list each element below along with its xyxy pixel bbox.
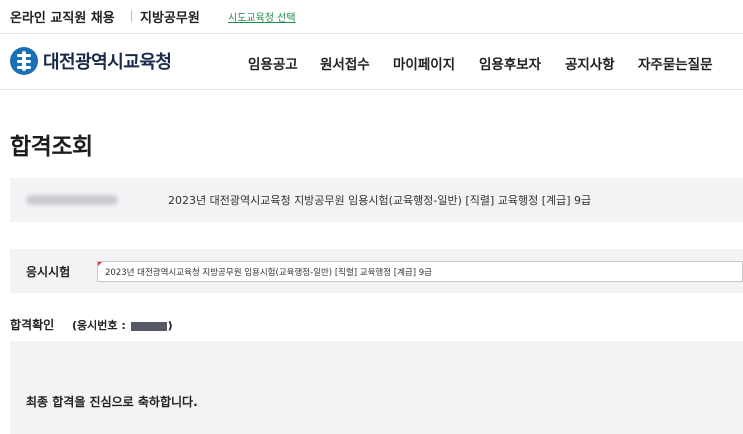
region-select-link[interactable]: 시도교육청 선택 bbox=[228, 9, 296, 24]
result-panel: 최종 합격을 진심으로 축하합니다. bbox=[10, 341, 743, 434]
site-logo[interactable]: 대전광역시교육청 bbox=[10, 45, 172, 77]
applicant-number: (응시번호 : ) bbox=[72, 317, 173, 333]
local-official-link[interactable]: 지방공무원 bbox=[140, 7, 200, 26]
nav-item-announcements[interactable]: 임용공고 bbox=[248, 53, 298, 73]
exam-select-label: 응시시험 bbox=[26, 265, 71, 279]
exam-select[interactable]: 2023년 대전광역시교육청 지방공무원 임용시험(교육행정-일반) [직렬] … bbox=[97, 261, 743, 282]
applicant-number-prefix: (응시번호 : bbox=[72, 319, 126, 332]
site-header: 대전광역시교육청 임용공고 원서접수 마이페이지 임용후보자 공지사항 자주묻는… bbox=[0, 34, 743, 89]
result-message: 최종 합격을 진심으로 축하합니다. bbox=[26, 395, 198, 409]
top-utility-bar: 온라인 교직원 채용 지방공무원 시도교육청 선택 bbox=[0, 0, 743, 33]
logo-text: 대전광역시교육청 bbox=[43, 52, 172, 73]
nav-item-application[interactable]: 원서접수 bbox=[320, 53, 370, 73]
online-recruit-link[interactable]: 온라인 교직원 채용 bbox=[10, 7, 115, 26]
nav-item-faq[interactable]: 자주묻는질문 bbox=[638, 53, 713, 73]
divider bbox=[0, 89, 743, 90]
applicant-number-suffix: ) bbox=[167, 319, 173, 332]
exam-info-banner: 2023년 대전광역시교육청 지방공무원 임용시험(교육행정-일반) [직렬] … bbox=[10, 178, 743, 222]
exam-select-row: 응시시험 2023년 대전광역시교육청 지방공무원 임용시험(교육행정-일반) … bbox=[10, 249, 743, 293]
pass-confirm-label: 합격확인 bbox=[10, 318, 55, 332]
logo-emblem-icon bbox=[10, 47, 38, 75]
divider bbox=[131, 10, 132, 22]
required-marker-icon bbox=[98, 262, 102, 266]
nav-item-candidates[interactable]: 임용후보자 bbox=[479, 53, 541, 73]
exam-info-text: 2023년 대전광역시교육청 지방공무원 임용시험(교육행정-일반) [직렬] … bbox=[168, 194, 592, 207]
page-title: 합격조회 bbox=[10, 134, 93, 160]
exam-select-value: 2023년 대전광역시교육청 지방공무원 임용시험(교육행정-일반) [직렬] … bbox=[105, 268, 432, 278]
redacted-id bbox=[26, 195, 118, 205]
nav-item-notices[interactable]: 공지사항 bbox=[565, 53, 615, 73]
nav-item-mypage[interactable]: 마이페이지 bbox=[393, 53, 455, 73]
redacted-applicant-number bbox=[130, 321, 167, 331]
